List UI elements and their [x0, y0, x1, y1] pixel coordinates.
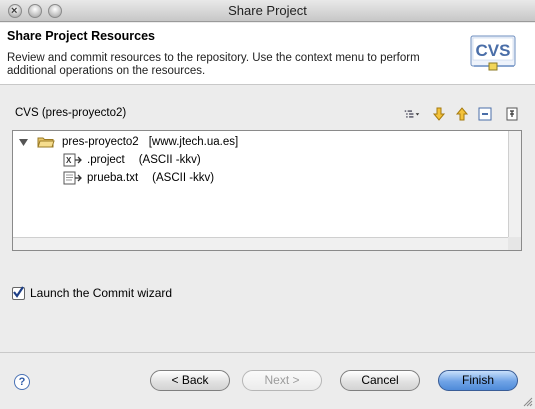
- svg-text:X: X: [66, 156, 72, 165]
- view-toolbar: [404, 106, 522, 122]
- collapse-all-icon[interactable]: [477, 106, 493, 122]
- title-bar: × Share Project: [0, 0, 535, 22]
- next-button[interactable]: Next >: [242, 370, 322, 391]
- cancel-button[interactable]: Cancel: [340, 370, 420, 391]
- launch-commit-checkbox[interactable]: [12, 286, 25, 300]
- file-name: prueba.txt: [87, 172, 139, 184]
- resize-grip-icon[interactable]: [522, 396, 533, 407]
- text-file-icon: [63, 171, 82, 185]
- scroll-corner: [508, 237, 521, 250]
- window-title: Share Project: [228, 3, 307, 18]
- finish-button[interactable]: Finish: [438, 370, 518, 391]
- pin-icon[interactable]: [504, 106, 520, 122]
- help-icon[interactable]: ?: [14, 374, 30, 390]
- tree-row-file[interactable]: X .project (ASCII -kkv): [63, 152, 201, 168]
- resource-tree[interactable]: pres-proyecto2 [www.jtech.ua.es] X .proj…: [12, 130, 522, 251]
- vertical-scrollbar[interactable]: [508, 131, 521, 237]
- tree-row-file[interactable]: prueba.txt (ASCII -kkv): [63, 170, 214, 186]
- project-folder-icon: [37, 137, 55, 148]
- button-bar-divider: [0, 352, 535, 353]
- previous-change-icon[interactable]: [454, 106, 470, 122]
- expand-triangle-icon[interactable]: [18, 137, 29, 148]
- wizard-page-description: Review and commit resources to the repos…: [7, 52, 420, 77]
- launch-commit-label[interactable]: Launch the Commit wizard: [30, 286, 172, 300]
- presentation-mode-icon[interactable]: [404, 106, 420, 122]
- section-label: CVS (pres-proyecto2): [15, 107, 127, 119]
- file-mode: (ASCII -kkv): [152, 172, 215, 184]
- tree-row-project[interactable]: pres-proyecto2 [www.jtech.ua.es]: [18, 134, 238, 150]
- file-name: .project: [87, 154, 125, 166]
- wizard-header: Share Project Resources Review and commi…: [0, 23, 535, 85]
- checkmark-icon: [13, 286, 24, 298]
- project-location: [www.jtech.ua.es]: [148, 136, 239, 148]
- xml-file-icon: X: [63, 153, 82, 167]
- cvs-logo-icon: CVS: [470, 35, 516, 71]
- next-change-icon[interactable]: [431, 106, 447, 122]
- project-name: pres-proyecto2: [62, 136, 139, 148]
- wizard-page-title: Share Project Resources: [7, 29, 155, 43]
- file-mode: (ASCII -kkv): [138, 154, 201, 166]
- back-button[interactable]: < Back: [150, 370, 230, 391]
- horizontal-scrollbar[interactable]: [13, 237, 508, 250]
- svg-text:CVS: CVS: [476, 41, 511, 60]
